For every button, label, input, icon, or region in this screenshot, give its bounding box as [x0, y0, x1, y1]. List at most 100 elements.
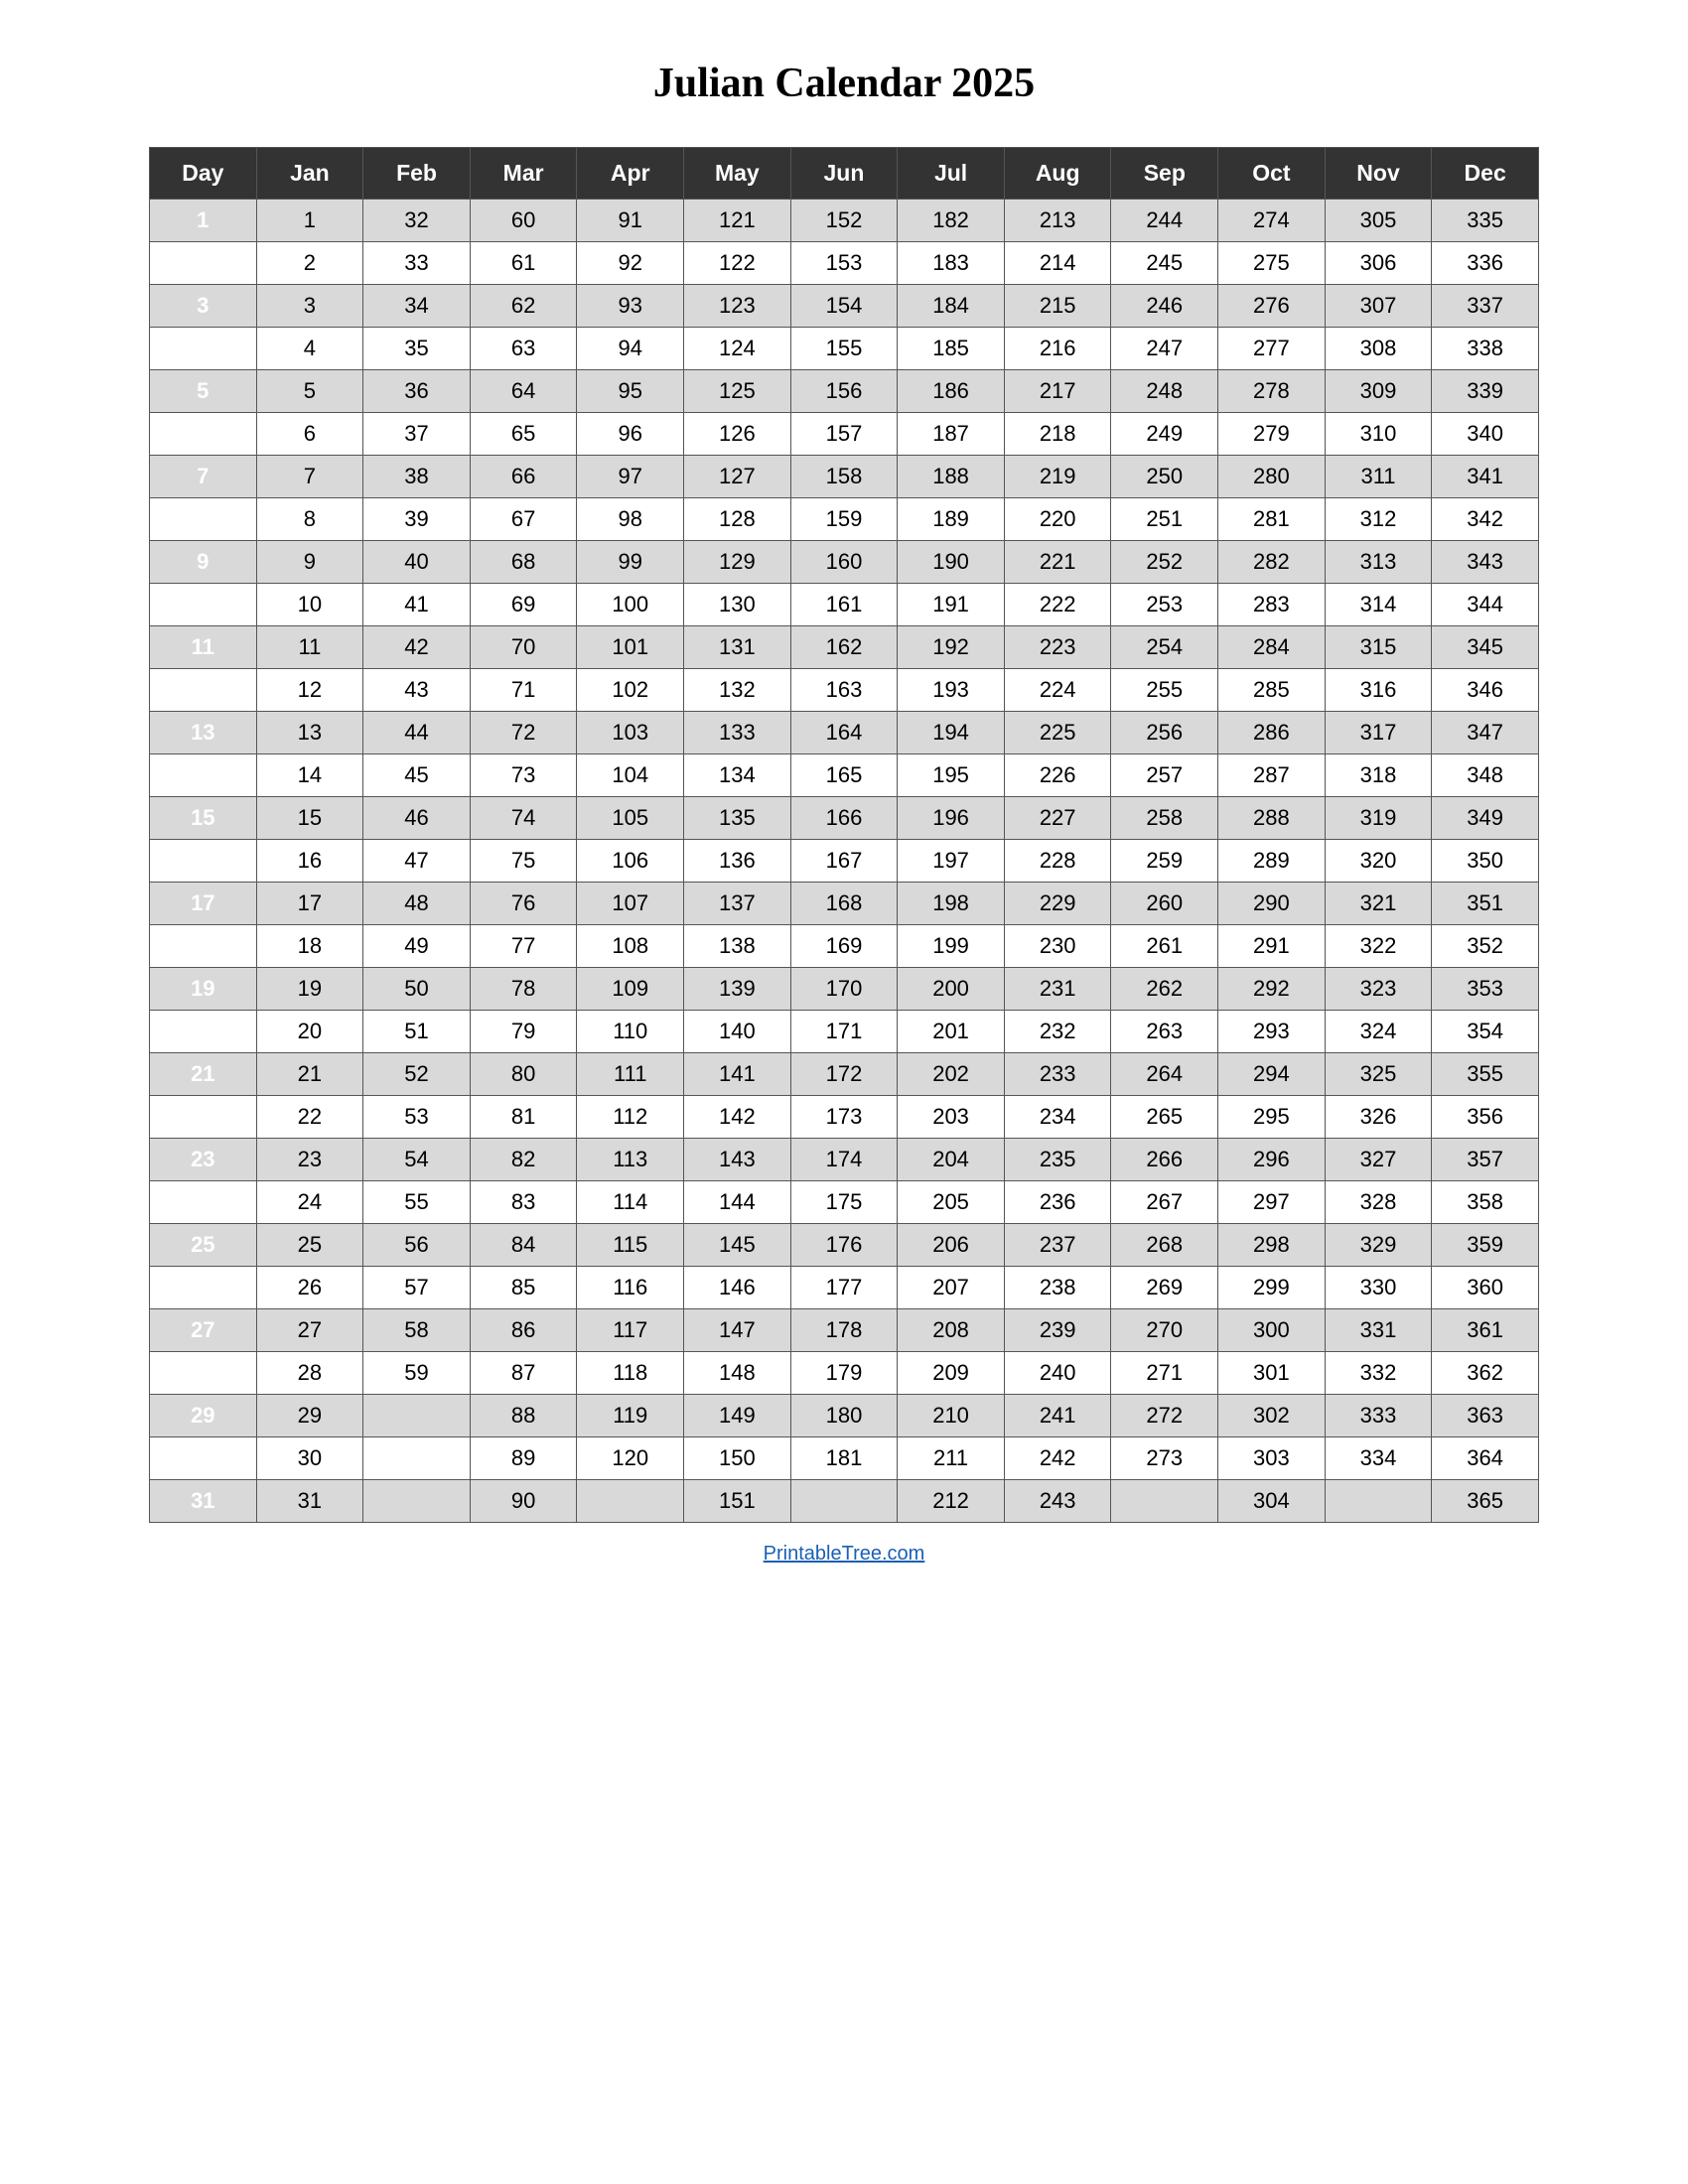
julian-day-value: 243	[1004, 1480, 1111, 1523]
julian-day-value: 118	[577, 1352, 684, 1395]
julian-day-value: 44	[363, 712, 471, 754]
julian-day-value: 346	[1432, 669, 1539, 712]
julian-day-value: 33	[363, 242, 471, 285]
julian-day-value: 272	[1111, 1395, 1218, 1437]
julian-day-value: 40	[363, 541, 471, 584]
julian-day-value: 323	[1325, 968, 1432, 1011]
table-row: 14144573104134165195226257287318348	[150, 754, 1539, 797]
julian-day-value: 270	[1111, 1309, 1218, 1352]
julian-day-value: 70	[470, 626, 577, 669]
julian-day-value: 266	[1111, 1139, 1218, 1181]
table-row: 23235482113143174204235266296327357	[150, 1139, 1539, 1181]
julian-day-value: 116	[577, 1267, 684, 1309]
julian-day-value: 224	[1004, 669, 1111, 712]
table-row: 292988119149180210241272302333363	[150, 1395, 1539, 1437]
julian-day-value: 338	[1432, 328, 1539, 370]
julian-day-value: 62	[470, 285, 577, 328]
julian-day-value: 246	[1111, 285, 1218, 328]
julian-day-value: 73	[470, 754, 577, 797]
julian-day-value	[363, 1437, 471, 1480]
julian-day-value: 200	[898, 968, 1005, 1011]
julian-day-value: 334	[1325, 1437, 1432, 1480]
julian-day-value: 316	[1325, 669, 1432, 712]
julian-day-value: 78	[470, 968, 577, 1011]
julian-day-value: 109	[577, 968, 684, 1011]
julian-day-value: 5	[256, 370, 363, 413]
julian-day-value: 279	[1218, 413, 1326, 456]
day-number: 14	[150, 754, 257, 797]
julian-day-value: 234	[1004, 1096, 1111, 1139]
table-row: 313190151212243304365	[150, 1480, 1539, 1523]
julian-day-value: 55	[363, 1181, 471, 1224]
julian-day-value: 108	[577, 925, 684, 968]
julian-day-value: 222	[1004, 584, 1111, 626]
julian-day-value: 218	[1004, 413, 1111, 456]
julian-day-value: 51	[363, 1011, 471, 1053]
julian-day-value: 250	[1111, 456, 1218, 498]
julian-day-value: 159	[790, 498, 898, 541]
julian-day-value: 302	[1218, 1395, 1326, 1437]
table-row: 19195078109139170200231262292323353	[150, 968, 1539, 1011]
julian-day-value: 128	[684, 498, 791, 541]
julian-day-value: 17	[256, 883, 363, 925]
julian-day-value: 352	[1432, 925, 1539, 968]
julian-day-value: 238	[1004, 1267, 1111, 1309]
julian-day-value: 347	[1432, 712, 1539, 754]
julian-day-value: 38	[363, 456, 471, 498]
julian-day-value: 117	[577, 1309, 684, 1352]
julian-day-value: 9	[256, 541, 363, 584]
day-number: 28	[150, 1352, 257, 1395]
header-jul: Jul	[898, 148, 1005, 200]
julian-day-value: 185	[898, 328, 1005, 370]
julian-day-value: 194	[898, 712, 1005, 754]
julian-day-value: 235	[1004, 1139, 1111, 1181]
julian-day-value: 167	[790, 840, 898, 883]
page-title: Julian Calendar 2025	[653, 60, 1035, 107]
julian-day-value: 164	[790, 712, 898, 754]
julian-day-value: 49	[363, 925, 471, 968]
julian-day-value: 74	[470, 797, 577, 840]
julian-day-value: 149	[684, 1395, 791, 1437]
julian-day-value: 310	[1325, 413, 1432, 456]
julian-day-value: 213	[1004, 200, 1111, 242]
julian-day-value: 25	[256, 1224, 363, 1267]
julian-day-value: 88	[470, 1395, 577, 1437]
footer-link[interactable]: PrintableTree.com	[764, 1543, 925, 1566]
julian-day-value: 39	[363, 498, 471, 541]
julian-day-value: 8	[256, 498, 363, 541]
day-number: 9	[150, 541, 257, 584]
julian-day-value: 183	[898, 242, 1005, 285]
julian-day-value: 193	[898, 669, 1005, 712]
header-aug: Aug	[1004, 148, 1111, 200]
julian-day-value: 254	[1111, 626, 1218, 669]
julian-day-value: 361	[1432, 1309, 1539, 1352]
table-row: 13134472103133164194225256286317347	[150, 712, 1539, 754]
julian-day-value: 10	[256, 584, 363, 626]
julian-day-value: 64	[470, 370, 577, 413]
header-feb: Feb	[363, 148, 471, 200]
julian-day-value: 212	[898, 1480, 1005, 1523]
julian-day-value: 48	[363, 883, 471, 925]
julian-day-value: 255	[1111, 669, 1218, 712]
julian-day-value: 45	[363, 754, 471, 797]
julian-day-value: 163	[790, 669, 898, 712]
julian-day-value: 115	[577, 1224, 684, 1267]
julian-day-value: 336	[1432, 242, 1539, 285]
day-number: 20	[150, 1011, 257, 1053]
julian-day-value: 314	[1325, 584, 1432, 626]
julian-day-value: 348	[1432, 754, 1539, 797]
julian-day-value: 317	[1325, 712, 1432, 754]
header-mar: Mar	[470, 148, 577, 200]
julian-day-value: 18	[256, 925, 363, 968]
julian-day-value: 86	[470, 1309, 577, 1352]
julian-day-value: 120	[577, 1437, 684, 1480]
julian-day-value: 207	[898, 1267, 1005, 1309]
julian-day-value: 27	[256, 1309, 363, 1352]
julian-day-value: 322	[1325, 925, 1432, 968]
julian-day-value: 139	[684, 968, 791, 1011]
table-row: 99406899129160190221252282313343	[150, 541, 1539, 584]
julian-day-value: 320	[1325, 840, 1432, 883]
julian-day-value: 7	[256, 456, 363, 498]
julian-day-value: 107	[577, 883, 684, 925]
julian-day-value: 300	[1218, 1309, 1326, 1352]
